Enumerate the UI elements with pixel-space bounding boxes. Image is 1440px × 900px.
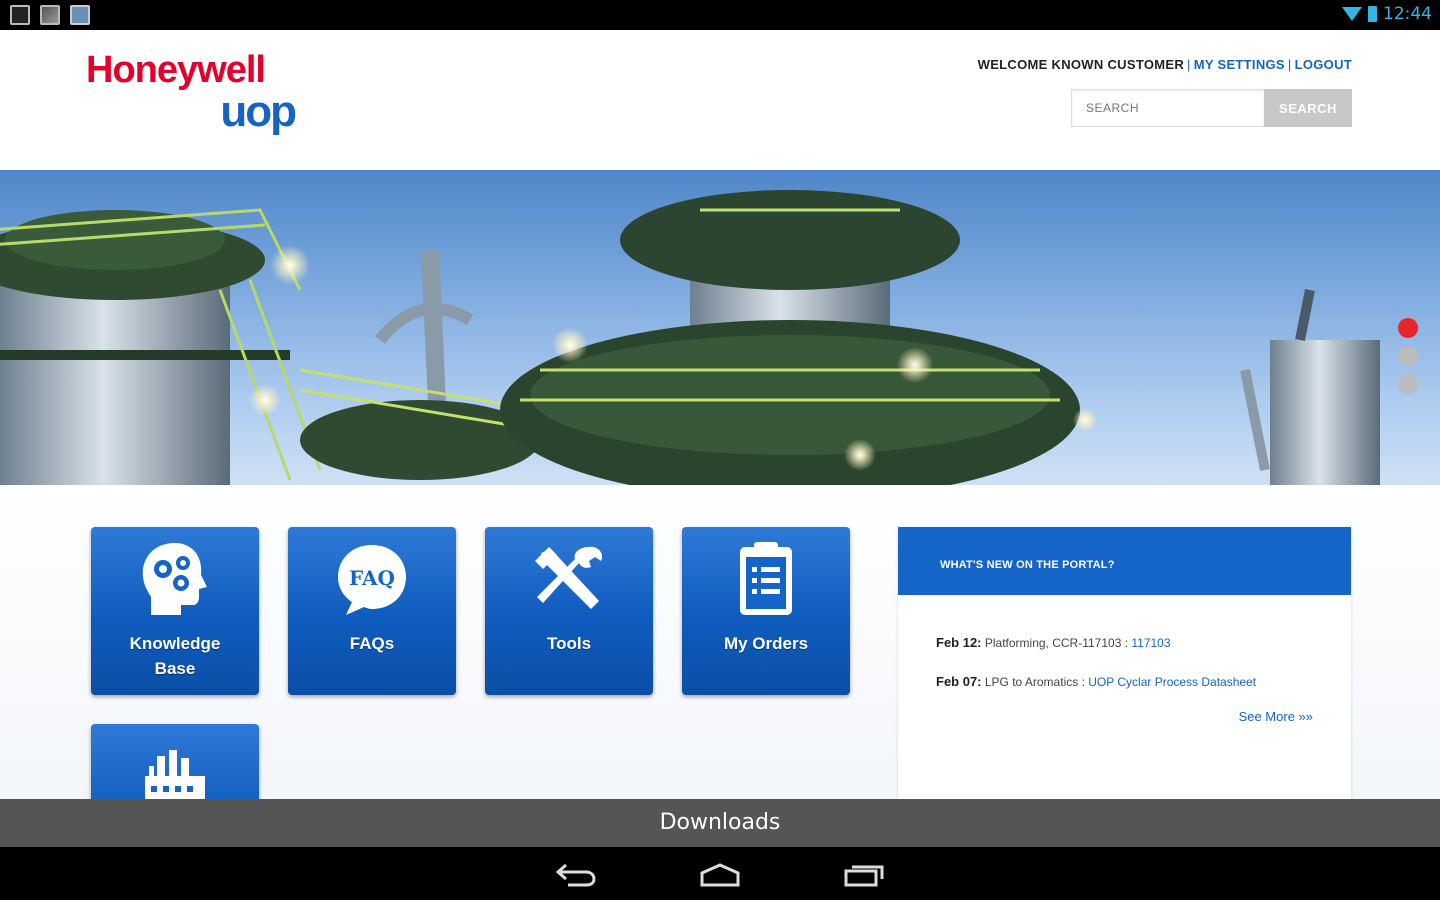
news-item: Feb 12: Platforming, CCR-117103 : 117103	[936, 635, 1313, 650]
tile-label: Tools	[546, 634, 592, 653]
news-link[interactable]: UOP Cyclar Process Datasheet	[1088, 675, 1256, 689]
news-text: LPG to Aromatics :	[984, 675, 1089, 689]
faq-bubble-icon: FAQ	[338, 545, 406, 615]
back-button[interactable]	[546, 859, 606, 889]
clock: 12:44	[1383, 4, 1432, 24]
logo-brand: Honeywell	[86, 49, 266, 91]
news-item: Feb 07: LPG to Aromatics : UOP Cyclar Pr…	[936, 674, 1313, 689]
news-text: Platforming, CCR-117103 :	[984, 636, 1132, 650]
tile-knowledge-base[interactable]: Knowledge Base	[91, 527, 259, 695]
carousel-dot-3[interactable]	[1398, 374, 1418, 394]
clipboard-icon	[740, 542, 792, 615]
search-button[interactable]: SEARCH	[1264, 89, 1352, 127]
hero-banner[interactable]	[0, 170, 1440, 485]
main-content: Knowledge Base FAQ FAQs Tools My Orders …	[0, 485, 1440, 799]
wifi-icon	[1342, 7, 1362, 21]
home-button[interactable]	[690, 859, 750, 889]
recent-apps-icon	[844, 865, 884, 887]
news-date: Feb 07:	[936, 674, 982, 689]
image-icon	[40, 5, 60, 25]
news-date: Feb 12:	[936, 635, 982, 650]
see-more-link[interactable]: See More »»	[936, 709, 1313, 724]
tile-plants[interactable]	[91, 724, 259, 799]
tile-tools[interactable]: Tools	[485, 527, 653, 695]
sd-card-icon	[10, 5, 30, 25]
notification-icons	[10, 5, 90, 25]
logo-sub: uop	[220, 87, 297, 136]
tools-icon	[535, 546, 603, 609]
head-gears-icon	[142, 543, 207, 615]
downloads-bar[interactable]: Downloads	[0, 799, 1440, 847]
tile-label: Knowledge Base	[129, 634, 221, 678]
honeywell-uop-logo[interactable]: Honeywell uop	[86, 50, 301, 134]
carousel-dot-2[interactable]	[1398, 346, 1418, 366]
app-icon	[70, 5, 90, 25]
carousel-dot-1[interactable]	[1398, 318, 1418, 338]
system-nav-bar	[0, 847, 1440, 900]
top-nav: WELCOME KNOWN CUSTOMER | MY SETTINGS | LOGOU…	[977, 57, 1352, 72]
status-bar: 12:44	[0, 0, 1440, 30]
faq-icon-text: FAQ	[349, 566, 395, 590]
news-link[interactable]: 117103	[1131, 636, 1170, 650]
my-settings-link[interactable]: MY SETTINGS	[1194, 57, 1285, 72]
refinery-image	[0, 190, 1380, 485]
whats-new-panel: WHAT'S NEW ON THE PORTAL? Feb 12: Platfo…	[898, 527, 1351, 799]
tile-faqs[interactable]: FAQ FAQs	[288, 527, 456, 695]
tile-label: FAQs	[349, 634, 395, 653]
tile-my-orders[interactable]: My Orders	[682, 527, 850, 695]
whats-new-title: WHAT'S NEW ON THE PORTAL?	[898, 527, 1351, 595]
recent-apps-button[interactable]	[834, 859, 894, 889]
search-form: SEARCH	[1071, 89, 1352, 127]
site-header: Honeywell uop WELCOME KNOWN CUSTOMER | MY …	[0, 30, 1440, 170]
factory-icon	[145, 750, 205, 799]
welcome-text: WELCOME KNOWN CUSTOMER	[977, 57, 1185, 72]
logout-link[interactable]: LOGOUT	[1295, 57, 1352, 72]
tile-label: My Orders	[723, 634, 809, 653]
carousel-dots	[1398, 318, 1418, 394]
search-input[interactable]	[1071, 89, 1264, 127]
back-icon	[555, 863, 596, 887]
home-icon	[700, 863, 740, 887]
battery-icon	[1368, 6, 1377, 22]
